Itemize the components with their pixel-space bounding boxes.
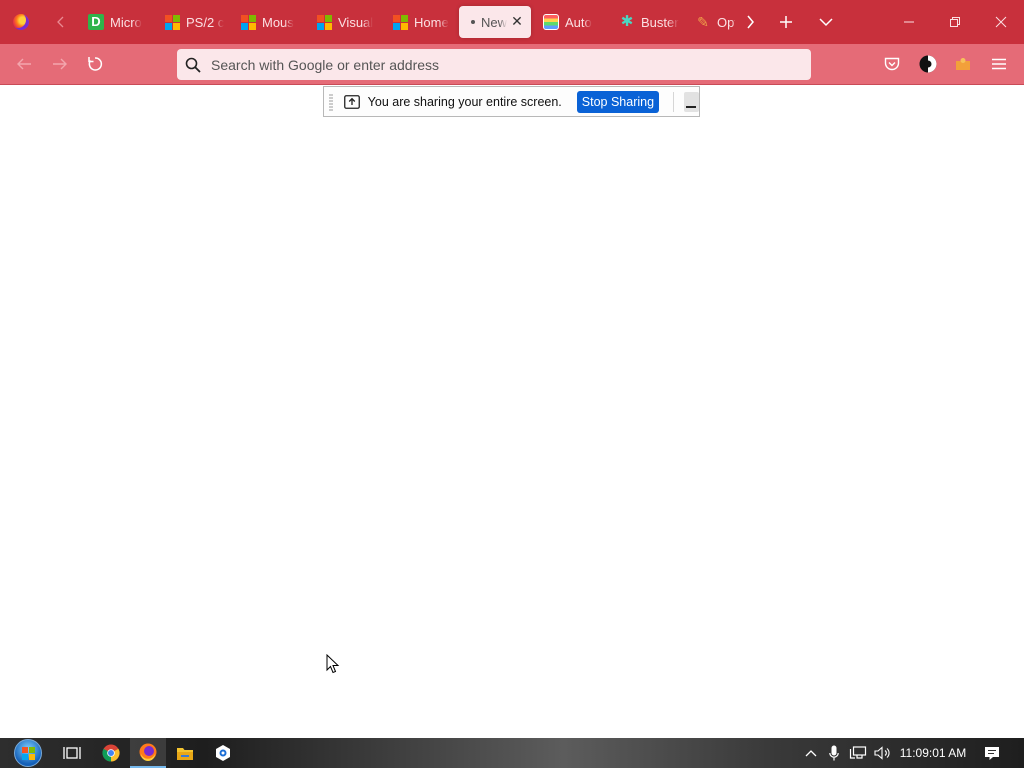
address-bar[interactable] xyxy=(177,49,811,80)
firefox-view-button[interactable] xyxy=(0,0,42,44)
microphone-tray-button[interactable] xyxy=(824,738,844,768)
tabs-scroll-right-button[interactable] xyxy=(732,0,768,44)
tab-title: Buster xyxy=(641,14,679,30)
close-tab-icon[interactable]: ✕ xyxy=(509,13,525,29)
tab-options[interactable]: ✎ Opt xyxy=(687,6,735,38)
drag-handle[interactable] xyxy=(324,87,338,116)
navigation-toolbar xyxy=(0,44,1024,85)
show-hidden-icons-button[interactable] xyxy=(800,738,822,768)
share-screen-icon xyxy=(343,93,360,111)
taskbar-app[interactable] xyxy=(205,738,241,768)
sharing-message: You are sharing your entire screen. xyxy=(367,94,562,109)
start-button[interactable] xyxy=(8,738,48,768)
chevron-up-icon xyxy=(805,750,817,757)
address-input[interactable] xyxy=(211,56,791,73)
hamburger-menu-icon xyxy=(992,58,1006,70)
speaker-icon xyxy=(874,746,890,760)
list-all-tabs-button[interactable] xyxy=(808,0,844,44)
tab-title: Auto xyxy=(565,14,592,30)
chevron-down-icon xyxy=(819,18,833,27)
folder-icon xyxy=(177,747,193,760)
screen-sharing-indicator: You are sharing your entire screen. Stop… xyxy=(323,86,700,117)
firefox-icon xyxy=(139,743,157,761)
d-app-icon: D xyxy=(88,14,104,30)
tab-title: PS/2 c xyxy=(186,14,225,30)
minimize-indicator-button[interactable] xyxy=(683,91,700,112)
pocket-icon xyxy=(884,57,900,70)
tab-new-active[interactable]: New ✕ xyxy=(459,6,531,38)
rainbow-icon xyxy=(543,14,559,30)
chevron-left-icon xyxy=(57,16,64,28)
minimize-window-button[interactable] xyxy=(886,0,932,44)
tabs-scroll-left-button[interactable] xyxy=(42,0,80,44)
tab-mouse[interactable]: Mous xyxy=(232,6,304,38)
chevron-right-icon xyxy=(747,15,754,29)
taskbar-chrome[interactable] xyxy=(93,738,129,768)
settings-app-icon xyxy=(216,745,230,761)
save-to-pocket-button[interactable] xyxy=(876,48,908,80)
tab-title: Home xyxy=(414,14,449,30)
tab-home[interactable]: Home xyxy=(384,6,456,38)
task-view-button[interactable] xyxy=(54,738,90,768)
tab-title: New xyxy=(481,14,508,30)
forward-button[interactable] xyxy=(44,48,76,80)
microsoft-icon xyxy=(316,14,332,30)
tab-micro[interactable]: D Micro xyxy=(80,6,152,38)
taskbar-file-explorer[interactable] xyxy=(167,738,203,768)
back-button[interactable] xyxy=(8,48,40,80)
account-icon xyxy=(919,55,937,73)
taskbar-clock[interactable]: 11:09:01 AM xyxy=(896,738,970,768)
plus-icon xyxy=(780,16,792,28)
tab-title: Mous xyxy=(262,14,294,30)
arrow-left-icon xyxy=(17,58,31,70)
action-center-button[interactable] xyxy=(978,738,1006,768)
windows-logo-icon xyxy=(14,739,42,767)
task-view-icon xyxy=(63,747,81,759)
taskbar-firefox[interactable] xyxy=(130,738,166,768)
open-menu-button[interactable] xyxy=(983,48,1015,80)
new-tab-button[interactable] xyxy=(768,0,804,44)
firefox-icon xyxy=(13,14,29,30)
account-button[interactable] xyxy=(912,48,944,80)
tab-visual[interactable]: Visual xyxy=(308,6,380,38)
microphone-icon xyxy=(829,745,839,761)
notification-icon xyxy=(985,746,999,760)
stop-sharing-button[interactable]: Stop Sharing xyxy=(576,90,660,113)
extension-puzzle-icon xyxy=(956,58,970,70)
extension-button[interactable] xyxy=(947,48,979,80)
restore-window-button[interactable] xyxy=(932,0,978,44)
tab-buster[interactable]: ✱ Buster xyxy=(611,6,683,38)
microsoft-icon xyxy=(392,14,408,30)
divider xyxy=(673,91,674,112)
loading-dot-icon xyxy=(471,20,475,24)
arrow-right-icon xyxy=(53,58,67,70)
minimize-icon xyxy=(904,21,914,23)
minimize-icon xyxy=(686,105,697,108)
tab-title: Visual xyxy=(338,14,374,30)
tab-ps2[interactable]: PS/2 c xyxy=(156,6,228,38)
close-icon xyxy=(995,16,1007,28)
windows-taskbar: 11:09:01 AM xyxy=(0,738,1024,768)
search-icon xyxy=(185,57,201,73)
network-icon xyxy=(849,746,867,759)
chrome-icon xyxy=(102,744,120,762)
tab-auto[interactable]: Auto xyxy=(535,6,607,38)
tab-title: Micro xyxy=(110,14,142,30)
options-icon: ✎ xyxy=(697,14,709,30)
buster-icon: ✱ xyxy=(620,13,634,30)
tab-strip: D Micro PS/2 c Mous Visual Home New ✕ Au… xyxy=(0,0,1024,44)
microsoft-icon xyxy=(240,14,256,30)
grip-icon xyxy=(328,94,333,110)
reload-icon xyxy=(88,57,103,71)
tab-list: D Micro PS/2 c Mous Visual Home New ✕ Au… xyxy=(80,0,735,44)
restore-icon xyxy=(950,17,960,27)
close-window-button[interactable] xyxy=(978,0,1024,44)
microsoft-icon xyxy=(164,14,180,30)
network-tray-button[interactable] xyxy=(846,738,870,768)
volume-tray-button[interactable] xyxy=(872,738,894,768)
reload-button[interactable] xyxy=(79,48,111,80)
mouse-cursor-icon xyxy=(326,654,340,674)
